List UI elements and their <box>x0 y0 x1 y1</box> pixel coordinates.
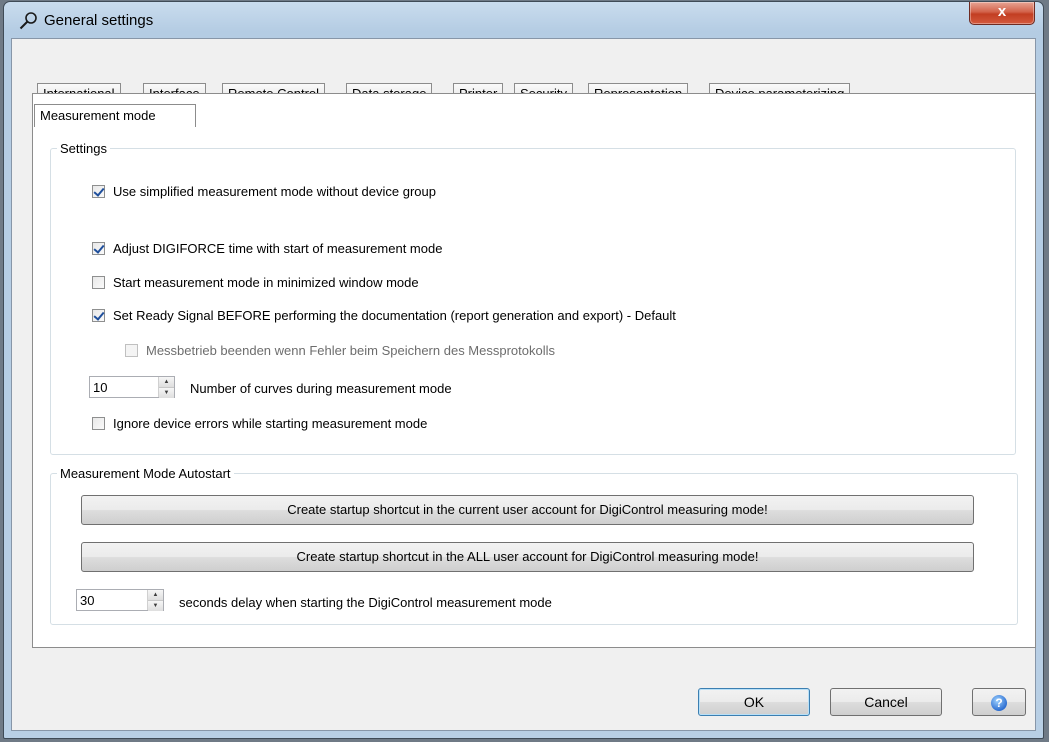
help-button[interactable]: ? <box>972 688 1026 716</box>
create-current-user-shortcut-button[interactable]: Create startup shortcut in the current u… <box>81 495 974 525</box>
checkbox-stop-on-error <box>125 343 138 357</box>
delay-spin-buttons[interactable]: ▲ ▼ <box>147 590 163 611</box>
option-label: Use simplified measurement mode without … <box>113 183 436 199</box>
window-title: General settings <box>44 12 154 29</box>
create-all-user-shortcut-button[interactable]: Create startup shortcut in the ALL user … <box>81 542 974 572</box>
checkbox-ready-signal[interactable] <box>92 308 105 322</box>
wrench-icon <box>19 12 37 30</box>
title-bar[interactable]: General settings x <box>4 2 1043 38</box>
option-ignore-errors[interactable]: Ignore device errors while starting meas… <box>92 414 427 432</box>
spin-up-icon[interactable]: ▲ <box>148 590 163 601</box>
close-button[interactable]: x <box>969 2 1035 25</box>
option-minimized-window[interactable]: Start measurement mode in minimized wind… <box>92 273 419 291</box>
tab-measurement-mode[interactable]: Measurement mode <box>34 104 196 127</box>
spin-down-icon[interactable]: ▼ <box>159 388 174 398</box>
curves-label-row: Number of curves during measurement mode <box>190 379 452 397</box>
option-label: Ignore device errors while starting meas… <box>113 415 428 431</box>
autostart-group-title: Measurement Mode Autostart <box>60 466 231 481</box>
option-label: Set Ready Signal BEFORE performing the d… <box>113 307 676 323</box>
spin-down-icon[interactable]: ▼ <box>148 601 163 611</box>
help-icon: ? <box>991 695 1007 711</box>
curves-spin-buttons[interactable]: ▲ ▼ <box>158 377 174 398</box>
delay-label: seconds delay when starting the DigiCont… <box>179 594 552 610</box>
option-label: Adjust DIGIFORCE time with start of meas… <box>113 240 443 256</box>
cancel-button[interactable]: Cancel <box>830 688 942 716</box>
option-ready-signal[interactable]: Set Ready Signal BEFORE performing the d… <box>92 306 676 324</box>
settings-group-title: Settings <box>60 141 107 156</box>
checkbox-adjust-time[interactable] <box>92 241 105 255</box>
ok-button[interactable]: OK <box>698 688 810 716</box>
close-icon: x <box>997 3 1007 20</box>
delay-input[interactable] <box>77 590 147 610</box>
option-label: Start measurement mode in minimized wind… <box>113 274 419 290</box>
option-stop-on-error: Messbetrieb beenden wenn Fehler beim Spe… <box>125 341 555 359</box>
delay-label-row: seconds delay when starting the DigiCont… <box>179 593 552 611</box>
checkbox-minimized-window[interactable] <box>92 275 105 289</box>
option-adjust-time[interactable]: Adjust DIGIFORCE time with start of meas… <box>92 239 442 257</box>
option-simplified-mode[interactable]: Use simplified measurement mode without … <box>92 182 436 200</box>
option-label: Messbetrieb beenden wenn Fehler beim Spe… <box>146 342 555 358</box>
checkbox-simplified-mode[interactable] <box>92 184 105 198</box>
spin-up-icon[interactable]: ▲ <box>159 377 174 388</box>
curves-stepper[interactable]: ▲ ▼ <box>89 376 175 398</box>
checkbox-ignore-errors[interactable] <box>92 416 105 430</box>
curves-label: Number of curves during measurement mode <box>190 380 452 396</box>
delay-stepper[interactable]: ▲ ▼ <box>76 589 164 611</box>
curves-input[interactable] <box>90 377 158 397</box>
